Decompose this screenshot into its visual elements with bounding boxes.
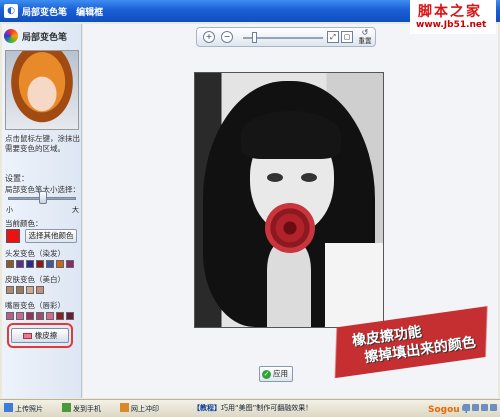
zoom-out-icon[interactable]: − bbox=[221, 31, 233, 43]
skin-swatches bbox=[6, 286, 46, 294]
color-pen-logo-icon bbox=[4, 29, 18, 43]
hair-color-label: 头发变色（染发） bbox=[5, 249, 65, 258]
send-to-phone-link[interactable]: 发到手机 bbox=[62, 403, 101, 414]
color-swatch[interactable] bbox=[16, 286, 24, 294]
tray-icon[interactable] bbox=[472, 404, 479, 411]
color-swatch[interactable] bbox=[6, 260, 14, 268]
current-color-label: 当前颜色： bbox=[5, 219, 43, 228]
tray-icon[interactable] bbox=[463, 404, 470, 411]
color-swatch[interactable] bbox=[16, 312, 24, 320]
window-title: 局部变色笔 编辑框 bbox=[22, 5, 109, 18]
apply-button[interactable]: ✓ 应用 bbox=[259, 366, 293, 382]
lip-swatches bbox=[6, 312, 76, 320]
slider-large-label: 大 bbox=[72, 206, 79, 214]
color-swatch[interactable] bbox=[6, 286, 14, 294]
phone-icon bbox=[62, 403, 71, 412]
reset-label: 重置 bbox=[358, 37, 372, 45]
color-swatch[interactable] bbox=[56, 260, 64, 268]
zoom-in-icon[interactable]: + bbox=[203, 31, 215, 43]
tray-icon[interactable] bbox=[490, 404, 497, 411]
color-swatch[interactable] bbox=[26, 312, 34, 320]
choose-other-color-button[interactable]: 选择其他颜色 bbox=[25, 229, 77, 243]
site-watermark: 脚本之家 www.Jb51.net bbox=[410, 0, 496, 34]
phone-label: 发到手机 bbox=[73, 405, 101, 413]
news-text: 巧用“美图”制作可翻融效果！ bbox=[221, 404, 313, 412]
reset-button[interactable]: ↺ 重置 bbox=[355, 29, 375, 46]
zoom-slider-thumb[interactable] bbox=[252, 32, 257, 43]
instruction-text: 点击鼠标左键，涂抹出需要变色的区域。 bbox=[5, 134, 80, 153]
photo-collar bbox=[325, 243, 383, 327]
color-swatch[interactable] bbox=[36, 312, 44, 320]
upload-icon bbox=[4, 403, 13, 412]
color-swatch[interactable] bbox=[56, 312, 64, 320]
brush-size-slider-thumb[interactable] bbox=[39, 191, 48, 204]
left-panel: 局部变色笔 点击鼠标左键，涂抹出需要变色的区域。 设置： 局部变色笔大小选择： … bbox=[2, 24, 82, 398]
color-swatch[interactable] bbox=[26, 286, 34, 294]
lip-color-label: 嘴唇变色（唇彩） bbox=[5, 301, 65, 310]
hair-swatches bbox=[6, 260, 76, 268]
watermark-title: 脚本之家 bbox=[418, 4, 482, 20]
color-swatch[interactable] bbox=[66, 312, 74, 320]
zoom-toolbar: + − ⤢ ▢ ↺ 重置 bbox=[196, 27, 376, 47]
slider-small-label: 小 bbox=[6, 206, 13, 214]
upload-label: 上传照片 bbox=[15, 405, 43, 413]
system-tray bbox=[463, 404, 499, 411]
ime-brand: Sogou bbox=[428, 405, 460, 415]
photo-bangs bbox=[241, 111, 341, 159]
photo-red-flower bbox=[265, 203, 315, 253]
settings-title: 设置： bbox=[5, 174, 29, 183]
edited-photo[interactable] bbox=[194, 72, 384, 328]
photo-left-eye bbox=[267, 173, 283, 182]
photo-right-eye bbox=[301, 173, 317, 182]
skin-color-label: 皮肤变色（美白） bbox=[5, 275, 65, 284]
check-icon: ✓ bbox=[262, 370, 271, 379]
color-swatch[interactable] bbox=[66, 260, 74, 268]
status-bar: 上传照片 发到手机 网上冲印 【教程】巧用“美图”制作可翻融效果！ Sogou中 bbox=[0, 399, 500, 417]
apply-label: 应用 bbox=[273, 369, 288, 378]
eraser-label: 橡皮擦 bbox=[34, 331, 58, 340]
example-preview-image bbox=[5, 50, 79, 130]
photo-hand bbox=[267, 243, 311, 327]
print-icon bbox=[120, 403, 129, 412]
reset-icon: ↺ bbox=[361, 28, 369, 37]
canvas-area: + − ⤢ ▢ ↺ 重置 橡皮擦功能 擦掉填出来的颜色 ✓ 应用 bbox=[83, 24, 499, 398]
watermark-url: www.Jb51.net bbox=[416, 20, 487, 30]
online-label: 网上冲印 bbox=[131, 405, 159, 413]
panel-header: 局部变色笔 bbox=[4, 29, 67, 43]
color-swatch[interactable] bbox=[26, 260, 34, 268]
eraser-icon bbox=[22, 333, 32, 339]
current-color-swatch[interactable] bbox=[6, 229, 20, 243]
color-swatch[interactable] bbox=[46, 260, 54, 268]
tray-icon[interactable] bbox=[481, 404, 488, 411]
app-icon: ◐ bbox=[4, 4, 18, 18]
panel-title: 局部变色笔 bbox=[22, 32, 68, 43]
app-title: 局部变色笔 bbox=[22, 8, 68, 18]
frame-label: 编辑框 bbox=[76, 8, 104, 18]
color-swatch[interactable] bbox=[6, 312, 14, 320]
color-swatch[interactable] bbox=[46, 312, 54, 320]
news-tag: 【教程】 bbox=[193, 404, 221, 412]
eraser-button[interactable]: 橡皮擦 bbox=[11, 328, 69, 343]
actual-size-icon[interactable]: ▢ bbox=[341, 31, 353, 43]
online-print-link[interactable]: 网上冲印 bbox=[120, 403, 159, 414]
color-swatch[interactable] bbox=[16, 260, 24, 268]
tutorial-news-link[interactable]: 【教程】巧用“美图”制作可翻融效果！ bbox=[193, 403, 312, 413]
color-swatch[interactable] bbox=[36, 260, 44, 268]
color-swatch[interactable] bbox=[36, 286, 44, 294]
fit-window-icon[interactable]: ⤢ bbox=[327, 31, 339, 43]
upload-photo-link[interactable]: 上传照片 bbox=[4, 403, 43, 414]
